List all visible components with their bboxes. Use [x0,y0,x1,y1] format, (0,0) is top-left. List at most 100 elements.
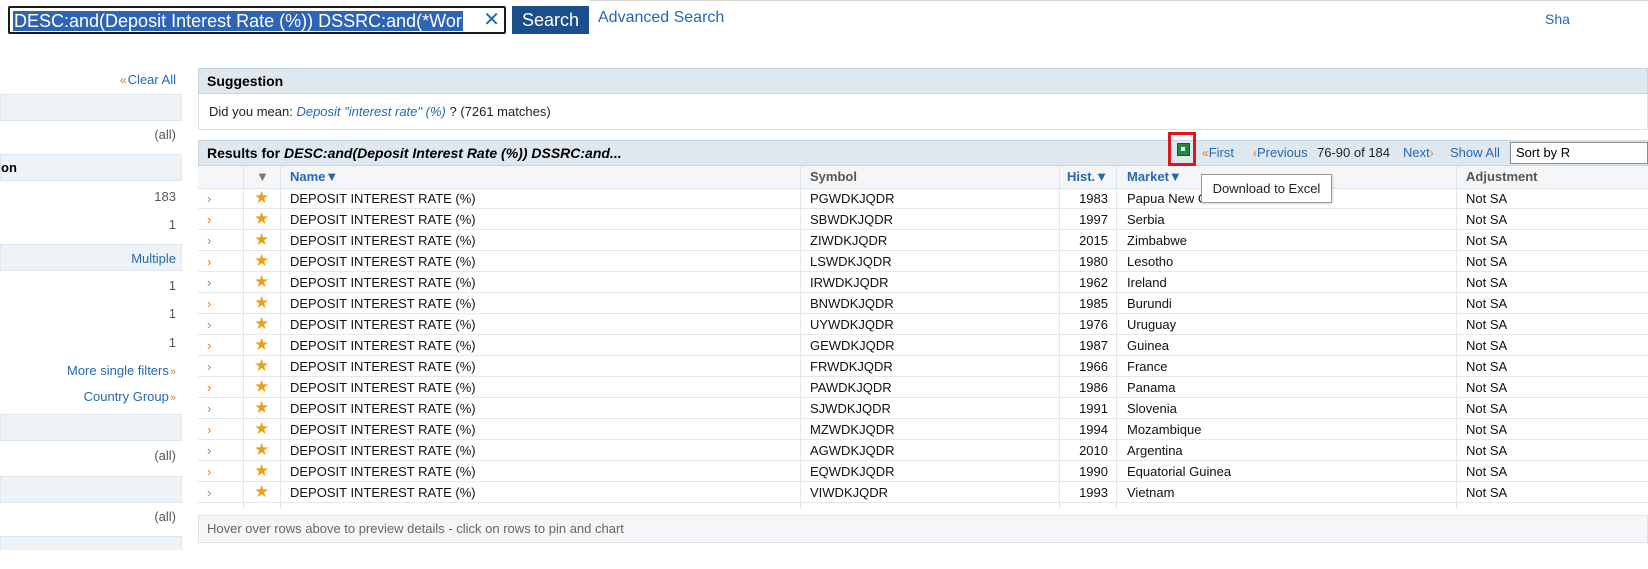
table-row[interactable]: › ★ DEPOSIT INTEREST RATE (%) IRWDKJQDR 1962… [198,272,1648,293]
row-market: Vietnam [1127,485,1175,500]
clear-all-link[interactable]: «Clear All [120,72,176,87]
country-group-link[interactable]: Country Group» [84,389,176,404]
advanced-search-link[interactable]: Advanced Search [598,9,724,27]
favorite-star-icon[interactable]: ★ [254,419,269,440]
table-row[interactable]: › ★ DEPOSIT INTEREST RATE (%) MZWDKJQDR 1994… [198,419,1648,440]
favorite-star-icon[interactable]: ★ [254,356,269,377]
table-row[interactable]: › ★ DEPOSIT INTEREST RATE (%) PAWDKJQDR 1986… [198,377,1648,398]
favorite-star-icon[interactable]: ★ [254,335,269,356]
filter-count[interactable]: 1 [169,278,176,293]
double-chevron-right-icon: » [169,366,176,378]
table-row[interactable]: › ★ DEPOSIT INTEREST RATE (%) EQWDKJQDR 1990… [198,461,1648,482]
table-row[interactable]: › ★ DEPOSIT INTEREST RATE (%) GEWDKJQDR 1987… [198,335,1648,356]
row-adjustment: Not SA [1466,338,1508,353]
filter-count[interactable]: 1 [169,217,176,232]
row-adjustment: Not SA [1466,422,1508,437]
row-symbol: FRWDKJQDR [810,359,893,374]
row-expand-icon[interactable]: › [207,461,211,482]
column-header-hist[interactable]: Hist.▼ [1067,166,1108,188]
table-row[interactable]: › ★ DEPOSIT INTEREST RATE (%) BNWDKJQDR 1985… [198,293,1648,314]
row-expand-icon[interactable]: › [207,188,211,209]
filter-value[interactable]: (all) [154,127,176,142]
filter-section-header[interactable]: on [0,154,182,181]
row-symbol: IRWDKJQDR [810,275,889,290]
table-row[interactable]: › ★ DEPOSIT INTEREST RATE (%) SJWDKJQDR 1991… [198,398,1648,419]
filter-value[interactable]: (all) [154,509,176,524]
filter-value[interactable]: (all) [154,448,176,463]
column-header-name[interactable]: Name▼ [290,166,338,188]
sort-dropdown-icon[interactable]: ▼ [256,166,269,188]
row-adjustment: Not SA [1466,254,1508,269]
row-expand-icon[interactable]: › [207,293,211,314]
pager-next-link[interactable]: Next› [1403,146,1434,161]
table-row[interactable]: › ★ DEPOSIT INTEREST RATE (%) FRWDKJQDR 1966… [198,356,1648,377]
search-button[interactable]: Search [512,6,589,34]
table-row[interactable]: › ★ DEPOSIT INTEREST RATE (%) UYWDKJQDR 1976… [198,314,1648,335]
column-header-adjustment[interactable]: Adjustment [1466,166,1538,188]
favorite-star-icon[interactable]: ★ [254,440,269,461]
search-input[interactable]: DESC:and(Deposit Interest Rate (%)) DSSR… [8,6,506,34]
favorite-star-icon[interactable]: ★ [254,188,269,209]
row-expand-icon[interactable]: › [207,314,211,335]
clear-search-icon[interactable]: ✕ [483,9,500,31]
pager-previous-link[interactable]: ‹Previous [1253,146,1308,161]
filter-count[interactable]: 183 [154,189,176,204]
row-expand-icon[interactable]: › [207,335,211,356]
table-row[interactable]: › ★ DEPOSIT INTEREST RATE (%) AGWDKJQDR 2010… [198,440,1648,461]
row-market: Guinea [1127,338,1169,353]
row-adjustment: Not SA [1466,380,1508,395]
double-chevron-left-icon: « [1202,146,1209,160]
favorite-star-icon[interactable]: ★ [254,398,269,419]
table-row[interactable]: › ★ DEPOSIT INTEREST RATE (%) ZIWDKJQDR 2015… [198,230,1648,251]
row-expand-icon[interactable]: › [207,377,211,398]
suggestion-suffix: ? (7261 matches) [449,104,551,119]
top-divider [590,0,1648,1]
more-single-filters-label: More single filters [67,363,169,378]
row-expand-icon[interactable]: › [207,230,211,251]
table-row[interactable]: › ★ DEPOSIT INTEREST RATE (%) SBWDKJQDR 1997… [198,209,1648,230]
download-excel-button[interactable] [1168,132,1196,166]
row-symbol: GEWDKJQDR [810,338,895,353]
row-expand-icon[interactable]: › [207,272,211,293]
row-hist: 1966 [1079,359,1108,374]
row-name: DEPOSIT INTEREST RATE (%) [290,401,476,416]
favorite-star-icon[interactable]: ★ [254,272,269,293]
favorite-star-icon[interactable]: ★ [254,251,269,272]
table-row[interactable]: › ★ DEPOSIT INTEREST RATE (%) VIWDKJQDR 1993… [198,482,1648,503]
pager-first-link[interactable]: «First [1202,146,1234,161]
filter-multiple-link[interactable]: Multiple [131,251,176,266]
favorite-star-icon[interactable]: ★ [254,293,269,314]
filter-section-header[interactable] [0,476,182,503]
sort-by-select[interactable]: Sort by R [1510,142,1648,164]
search-query-text[interactable]: DESC:and(Deposit Interest Rate (%)) DSSR… [13,11,463,31]
filter-section-header[interactable] [0,94,182,121]
filter-count[interactable]: 1 [169,306,176,321]
row-expand-icon[interactable]: › [207,209,211,230]
table-row[interactable]: › ★ DEPOSIT INTEREST RATE (%) PGWDKJQDR 1983… [198,188,1648,209]
row-expand-icon[interactable]: › [207,419,211,440]
column-header-symbol[interactable]: Symbol [810,166,857,188]
favorite-star-icon[interactable]: ★ [254,461,269,482]
filter-section-header[interactable] [0,414,182,441]
column-header-market[interactable]: Market▼ [1127,166,1182,188]
favorite-star-icon[interactable]: ★ [254,377,269,398]
row-expand-icon[interactable]: › [207,398,211,419]
more-single-filters-link[interactable]: More single filters» [67,363,176,378]
suggestion-link[interactable]: Deposit "interest rate" (%) [296,104,445,119]
show-all-link[interactable]: Show All [1450,146,1500,160]
row-symbol: PAWDKJQDR [810,380,892,395]
row-expand-icon[interactable]: › [207,482,211,503]
share-link[interactable]: Sha [1545,11,1570,27]
row-expand-icon[interactable]: › [207,356,211,377]
row-adjustment: Not SA [1466,296,1508,311]
filter-count[interactable]: 1 [169,335,176,350]
favorite-star-icon[interactable]: ★ [254,314,269,335]
row-expand-icon[interactable]: › [207,440,211,461]
favorite-star-icon[interactable]: ★ [254,482,269,503]
filter-section-header[interactable] [0,536,182,550]
favorite-star-icon[interactable]: ★ [254,230,269,251]
table-row[interactable]: › ★ DEPOSIT INTEREST RATE (%) LSWDKJQDR 1980… [198,251,1648,272]
favorite-star-icon[interactable]: ★ [254,209,269,230]
sort-desc-icon: ▼ [1168,169,1182,184]
row-expand-icon[interactable]: › [207,251,211,272]
